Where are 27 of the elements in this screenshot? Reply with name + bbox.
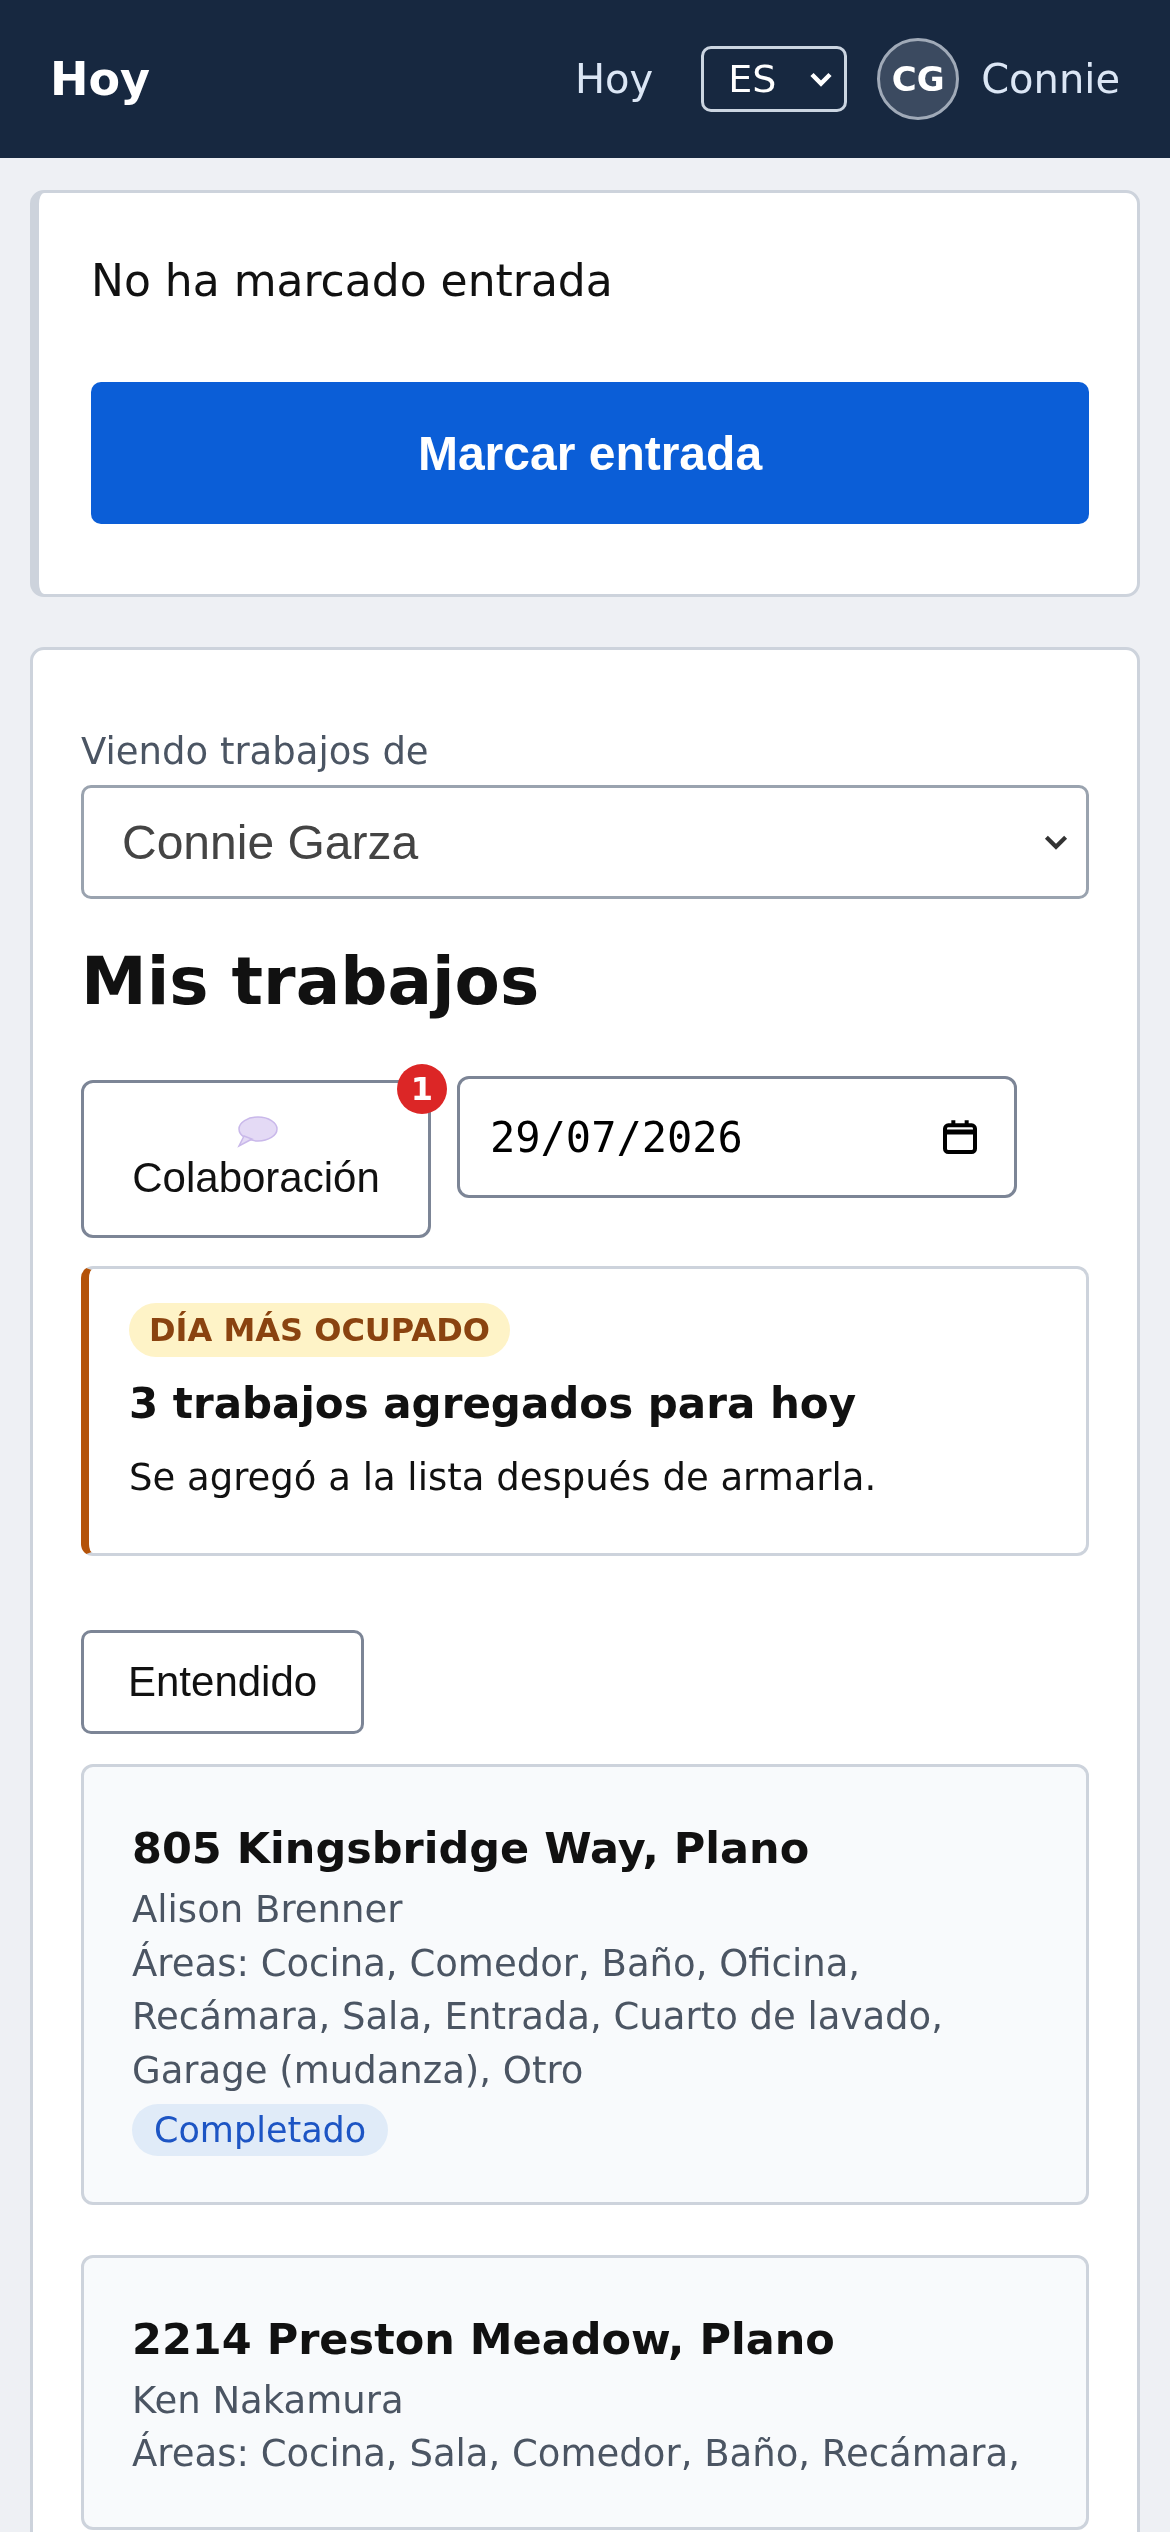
status-pill: Completado: [132, 2103, 389, 2156]
page-title: Hoy: [50, 52, 151, 106]
customer-name: Ken Nakamura: [132, 2377, 404, 2424]
speech-bubble-icon: [234, 1116, 278, 1148]
job-card[interactable]: 805 Kingsbridge Way, Plano Alison Brenner Áreas: Cocina, Comedor, Baño, Oficina, Recámara, Sala, Entrada, Cuarto de lavado, Garage (mudanza), Otro Completado: [81, 1764, 1089, 2205]
section-heading: Mis trabajos: [81, 943, 540, 1020]
date-field[interactable]: 29/07/2026: [457, 1076, 1017, 1198]
worker-select[interactable]: Connie Garza: [81, 785, 1089, 899]
acknowledge-button[interactable]: Entendido: [81, 1630, 365, 1734]
alert-tag: DÍA MÁS OCUPADO: [129, 1303, 510, 1357]
notification-badge: 1: [397, 1064, 447, 1114]
clock-status: No ha marcado entrada: [91, 255, 614, 306]
customer-name: Alison Brenner: [132, 1887, 403, 1933]
alert-title: 3 trabajos agregados para hoy: [129, 1379, 857, 1428]
viewer-label: Viendo trabajos de: [81, 730, 429, 773]
user-avatar[interactable]: CG: [877, 38, 960, 120]
job-address: 2214 Preston Meadow, Plano: [132, 2313, 835, 2364]
nav-link[interactable]: Hoy: [574, 56, 654, 102]
clock-in-button[interactable]: Marcar entrada: [91, 382, 1089, 524]
alert-message: Se agregó a la lista después de armarla.: [129, 1456, 877, 1499]
job-areas: Áreas: Cocina, Comedor, Baño, Oficina, Recámara, Sala, Entrada, Cuarto de lavado, Garage (mudanza), Otro: [132, 1936, 1038, 2098]
language-select[interactable]: ES: [701, 46, 848, 112]
job-address: 805 Kingsbridge Way, Plano: [132, 1823, 810, 1873]
job-areas: Áreas: Cocina, Sala, Comedor, Baño, Recámara,: [132, 2427, 1021, 2481]
user-name: Connie: [981, 56, 1120, 102]
calendar-icon: [940, 1117, 980, 1157]
job-card[interactable]: 2214 Preston Meadow, Plano Ken Nakamura Áreas: Cocina, Sala, Comedor, Baño, Recámara,: [81, 2254, 1089, 2530]
